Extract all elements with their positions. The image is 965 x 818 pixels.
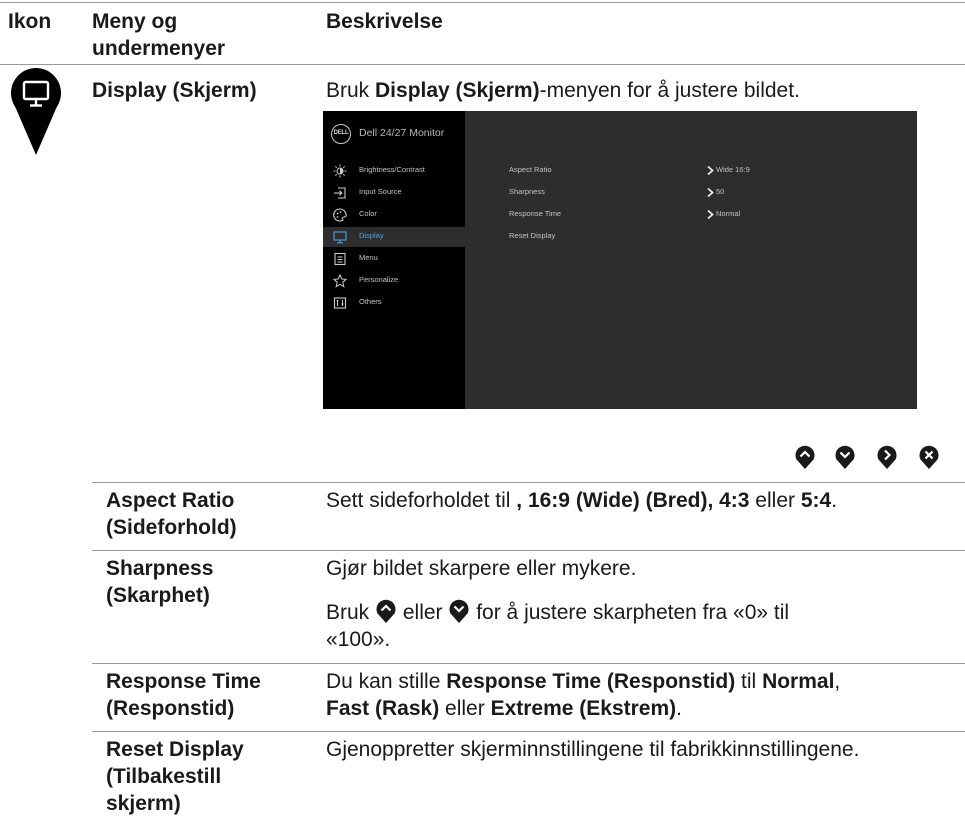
desc-bold: Extreme (Ekstrem) — [490, 697, 677, 720]
chevron-right-icon — [707, 187, 714, 198]
osd-setting-sharpness[interactable]: Sharpness 50 — [323, 183, 917, 203]
desc-text: til — [735, 670, 763, 693]
desc-bold: Response Time (Responstid) — [446, 670, 736, 693]
right-arrow-icon — [877, 445, 897, 469]
desc-text: eller — [397, 601, 449, 624]
label-line: (Skarphet) — [106, 584, 210, 607]
desc-bold: Normal — [762, 670, 835, 693]
desc-text: eller — [749, 489, 801, 512]
osd-setting-label: Sharpness — [509, 187, 545, 196]
display-desc-bold: Display (Skjerm) — [375, 79, 540, 102]
desc-bold: Fast (Rask) — [326, 697, 440, 720]
osd-menu-label: Menu — [359, 253, 378, 262]
row-desc-sharpness-3: «100». — [326, 628, 391, 651]
display-desc-prefix: Bruk — [326, 79, 376, 102]
label-line: (Sideforhold) — [106, 516, 237, 539]
close-icon — [919, 445, 939, 469]
desc-line: Fast (Rask) eller Extreme (Ekstrem). — [326, 695, 840, 722]
osd-menu-others[interactable]: Others — [323, 293, 465, 313]
osd-menu-label: Others — [359, 297, 382, 306]
header-rule — [0, 64, 965, 65]
label-line: Sharpness — [106, 557, 214, 580]
label-line: Response Time — [106, 670, 261, 693]
desc-text: for å justere skarpheten fra «0» til — [470, 601, 790, 624]
others-icon — [333, 297, 347, 309]
row-desc-response-time: Du kan stille Response Time (Responstid)… — [326, 668, 840, 722]
label-line: skjerm) — [106, 792, 181, 815]
rule-response-top — [92, 663, 965, 664]
label-line: (Responstid) — [106, 697, 235, 720]
header-icon-col: Ikon — [8, 10, 52, 33]
header-menu-col: Meny og undermenyer — [92, 8, 225, 62]
desc-text: , — [834, 670, 841, 693]
row-desc-reset-display: Gjenoppretter skjerminnstillingene til f… — [326, 738, 860, 761]
osd-setting-response-time[interactable]: Response Time Normal — [323, 205, 917, 225]
osd-menu-label: Personalize — [359, 275, 399, 284]
rule-sharpness-top — [92, 550, 965, 551]
row-label-reset-display: Reset Display (Tilbakestill skjerm) — [106, 736, 244, 817]
down-arrow-icon — [835, 445, 855, 469]
row-label-sharpness: Sharpness (Skarphet) — [106, 555, 213, 609]
up-arrow-icon — [376, 599, 396, 623]
header-menu-line2: undermenyer — [92, 37, 226, 60]
display-desc-suffix: -menyen for å justere bildet. — [539, 79, 800, 102]
rule-reset-top — [92, 731, 965, 732]
desc-line: Du kan stille Response Time (Responstid)… — [326, 668, 840, 695]
row-desc-aspect-ratio: Sett sideforholdet til , 16:9 (Wide) (Br… — [326, 487, 837, 514]
up-arrow-icon — [795, 445, 815, 469]
desc-text: eller — [439, 697, 491, 720]
osd-setting-value: Wide 16:9 — [716, 165, 750, 174]
rule-aspect-top — [92, 482, 965, 483]
osd-title: Dell 24/27 Monitor — [359, 127, 445, 139]
osd-setting-value: Normal — [716, 209, 741, 218]
osd-setting-value: 50 — [716, 187, 725, 196]
osd-menu-menu[interactable]: Menu — [323, 249, 465, 269]
desc-text: . — [676, 697, 682, 720]
top-rule — [0, 2, 965, 3]
row-label-aspect-ratio: Aspect Ratio (Sideforhold) — [106, 487, 237, 541]
menu-label-display: Display (Skjerm) — [92, 79, 257, 102]
header-menu-line1: Meny og — [92, 10, 178, 33]
desc-bold: 5:4 — [800, 489, 832, 512]
osd-screenshot: DELL Dell 24/27 Monitor Brightness/Contr… — [323, 111, 917, 409]
header-desc-col: Beskrivelse — [326, 10, 443, 33]
desc-text: . — [831, 489, 838, 512]
label-line: Reset Display — [106, 738, 244, 761]
row-label-response-time: Response Time (Responstid) — [106, 668, 261, 722]
personalize-star-icon — [333, 274, 347, 288]
osd-setting-label: Response Time — [509, 209, 562, 218]
menu-icon — [334, 252, 346, 266]
desc-text: Sett sideforholdet til — [326, 489, 517, 512]
chevron-right-icon — [707, 165, 714, 176]
row-desc-sharpness-2: Bruk eller for å justere skarpheten fra … — [326, 598, 789, 626]
osd-setting-label: Reset Display — [509, 231, 556, 240]
chevron-right-icon — [707, 209, 714, 220]
label-line: Aspect Ratio — [106, 489, 235, 512]
osd-setting-label: Aspect Ratio — [509, 165, 552, 174]
desc-text: Bruk — [326, 601, 376, 624]
dell-logo: DELL — [331, 124, 351, 144]
osd-setting-reset-display[interactable]: Reset Display — [323, 227, 917, 247]
display-description: Bruk Display (Skjerm)-menyen for å juste… — [326, 77, 800, 104]
row-desc-sharpness-1: Gjør bildet skarpere eller mykere. — [326, 557, 637, 580]
label-line: (Tilbakestill — [106, 765, 222, 788]
down-arrow-icon — [449, 599, 469, 623]
desc-text: Du kan stille — [326, 670, 447, 693]
monitor-icon — [11, 68, 61, 155]
desc-bold: , 16:9 (Wide) (Bred), 4:3 — [516, 489, 750, 512]
osd-menu-personalize[interactable]: Personalize — [323, 271, 465, 291]
osd-setting-aspect-ratio[interactable]: Aspect Ratio Wide 16:9 — [323, 161, 917, 181]
